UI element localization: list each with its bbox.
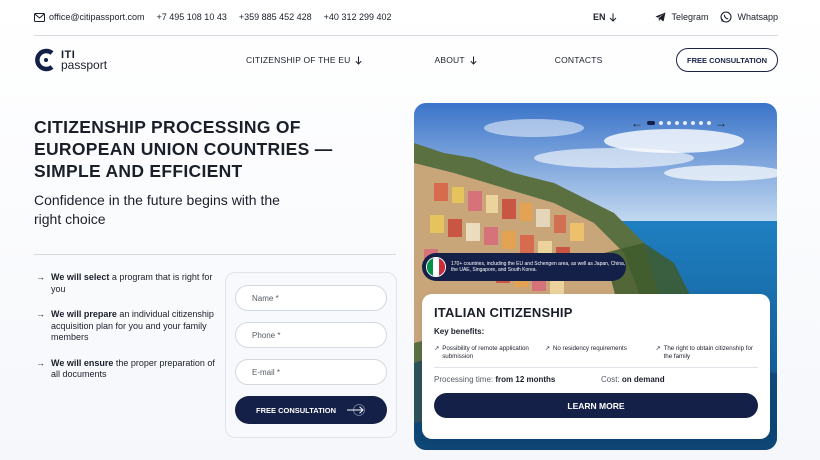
list-item: → We will prepare an individual citizens… [36,309,216,344]
nav-label: CONTACTS [554,55,603,65]
logo[interactable]: ITI passport [34,48,194,72]
slider-controls: ← → [631,116,727,130]
nav-item-contacts[interactable]: CONTACTS [555,55,603,65]
name-placeholder: Name * [252,293,279,303]
email-placeholder: E-mail * [252,367,281,377]
hero-divider [34,254,396,255]
language-label: EN [592,12,606,22]
phone-placeholder: Phone * [252,330,281,340]
benefit-bold: We will select [51,272,110,282]
email-text: office@citipassport.com [49,12,145,22]
slider-dot[interactable] [675,121,679,125]
name-field[interactable]: Name * [235,285,387,311]
arrow-right-icon: → [36,357,45,368]
arrow-right-icon: → [36,272,45,282]
arrow-right-icon: → [36,309,45,319]
nav-item-citizenship[interactable]: CITIZENSHIP OF THE EU [246,55,363,65]
benefit-text: No residency requirements [552,345,627,352]
submit-consultation-button[interactable]: FREE CONSULTATION [235,396,387,424]
arrow-right-icon [346,404,366,416]
arrow-up-right-icon: ↗ [434,345,440,352]
arrow-right-icon[interactable]: → [715,116,727,130]
card-divider [434,367,758,369]
slider-dot[interactable] [659,121,663,125]
italy-flag-icon [426,257,446,277]
top-contact-bar: office@citipassport.com +7 495 108 10 43… [34,0,778,34]
arrow-left-icon[interactable]: ← [631,116,643,130]
logo-mark-icon [34,48,58,72]
phone-link-1[interactable]: +7 495 108 10 43 [157,12,227,22]
telegram-link[interactable]: Telegram [655,12,708,22]
list-item: ↗ No residency requirements [545,345,646,360]
slider-dot[interactable] [667,121,671,125]
email-field[interactable]: E-mail * [235,359,387,385]
free-consultation-button[interactable]: FREE CONSULTATION [676,48,778,72]
slider-dot[interactable] [691,121,695,125]
phone-text: +7 495 108 10 43 [156,12,227,22]
main-navigation: ITI passport CITIZENSHIP OF THE EU ABOUT… [34,44,778,76]
whatsapp-icon [720,11,733,23]
card-title: ITALIAN CITIZENSHIP [434,305,573,320]
badge-text: 170+ countries, including the EU and Sch… [451,260,626,273]
slider-dot[interactable] [699,121,703,125]
nav-item-about[interactable]: ABOUT [434,55,477,65]
cost-label: Cost: [601,375,620,385]
benefits-list: → We will select a program that is right… [36,272,216,395]
arrow-up-right-icon: ↗ [544,345,550,352]
processing-label: Processing time: [434,375,494,385]
nav-label: ABOUT [434,55,465,65]
logo-line2: passport [61,58,108,72]
arrow-down-icon [470,56,477,65]
list-item: ↗ The right to obtain citizenship for the… [655,345,758,360]
arrow-down-icon [609,13,617,22]
list-item: → We will select a program that is right… [36,272,216,295]
phone-link-2[interactable]: +359 885 452 428 [239,12,312,22]
mail-icon [34,12,45,22]
top-divider [34,35,778,36]
email-link[interactable]: office@citipassport.com [34,12,145,22]
arrow-down-icon [355,56,363,65]
benefit-bold: We will prepare [51,309,117,319]
telegram-icon [655,12,666,22]
processing-value: from 12 months [495,375,556,385]
consultation-form: Name * Phone * E-mail * FREE CONSULTATIO… [225,272,397,438]
benefit-text: The right to obtain citizenship for the … [663,345,753,360]
page-title: CITIZENSHIP PROCESSING OF EUROPEAN UNION… [34,117,333,181]
list-item: ↗ Possibility of remote application submi… [434,345,535,360]
phone-link-3[interactable]: +40 312 299 402 [324,12,392,22]
citizenship-card: ITALIAN CITIZENSHIP Key benefits: ↗ Possi… [422,294,770,439]
whatsapp-link[interactable]: Whatsapp [720,11,778,23]
cost-value: on demand [621,375,665,385]
benefit-bold: We will ensure [51,357,114,368]
arrow-up-right-icon: ↗ [655,345,661,352]
learn-more-button[interactable]: LEARN MORE [434,393,758,419]
phone-text: +40 312 299 402 [323,12,392,22]
slider-dot[interactable] [707,121,711,125]
whatsapp-label: Whatsapp [737,12,778,22]
slider-dot[interactable] [647,121,655,125]
telegram-label: Telegram [671,12,709,22]
list-item: → We will ensure the proper preparation … [36,358,216,381]
countries-badge: 170+ countries, including the EU and Sch… [422,253,626,281]
phone-field[interactable]: Phone * [235,322,387,348]
submit-label: FREE CONSULTATION [256,405,336,415]
language-selector[interactable]: EN [593,12,618,22]
phone-text: +359 885 452 428 [238,12,312,22]
key-benefits-label: Key benefits: [434,327,485,336]
benefit-text: Possibility of remote application submis… [442,345,529,360]
slider-dot[interactable] [683,121,687,125]
hero-subtitle: Confidence in the future begins with the… [34,192,280,227]
nav-label: CITIZENSHIP OF THE EU [246,55,351,65]
